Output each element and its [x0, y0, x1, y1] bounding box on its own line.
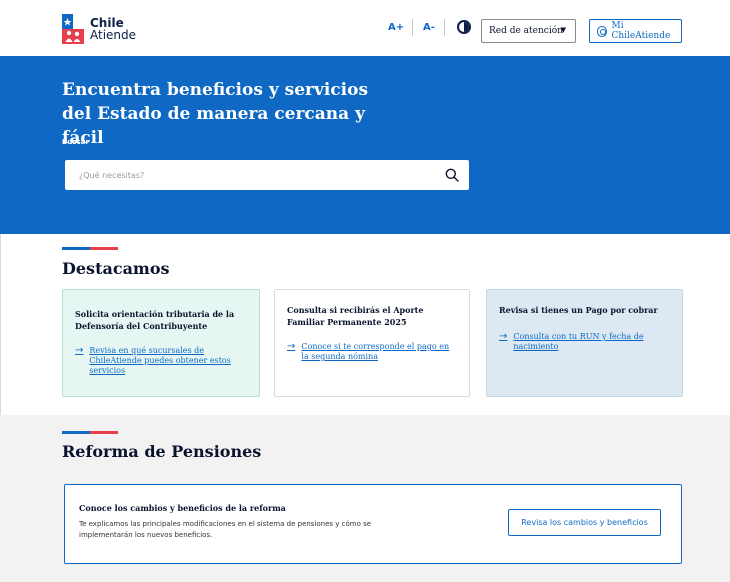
card-link-text: Revisa en qué sucursales de ChileAtiende… — [89, 346, 231, 375]
reforma-title: Reforma de Pensiones — [62, 442, 262, 461]
hero-title: Encuentra beneficios y servicios del Est… — [62, 80, 369, 148]
red-atencion-dropdown[interactable]: Red de atención ▼ — [481, 19, 576, 43]
card-link-text: Conoce si te corresponde el pago en la s… — [301, 342, 450, 361]
mi-chileatiende-button[interactable]: Mi ChileAtiende — [589, 19, 682, 43]
arrow-right-icon: → — [287, 341, 296, 352]
reforma-button[interactable]: Revisa los cambios y beneficios — [508, 509, 661, 536]
featured-card[interactable]: Solicita orientación tributaria de la De… — [62, 289, 260, 397]
logo-text: Chile Atiende — [90, 17, 136, 41]
card-link[interactable]: → Consulta con tu RUN y fecha de nacimie… — [499, 332, 670, 352]
reforma-card-text: Te explicamos las principales modificaci… — [79, 520, 372, 539]
font-increase-button[interactable]: A+ — [388, 22, 404, 33]
arrow-right-icon: → — [499, 331, 508, 342]
reforma-card-title: Conoce los cambios y beneficios de la re… — [79, 503, 286, 513]
header-divider — [412, 19, 413, 36]
reforma-card: Conoce los cambios y beneficios de la re… — [64, 484, 682, 564]
featured-card[interactable]: Consulta si recibirás el Aporte Familiar… — [274, 289, 470, 397]
font-decrease-button[interactable]: A- — [423, 22, 435, 33]
destacamos-title: Destacamos — [62, 259, 170, 278]
site-header: Chile Atiende A+ A- Red de atención ▼ Mi… — [0, 0, 730, 56]
header-divider — [444, 19, 445, 36]
search-box — [65, 160, 469, 190]
arrow-right-icon: → — [75, 345, 84, 356]
chileatiende-logo[interactable]: Chile Atiende — [62, 14, 136, 44]
card-link-text: Consulta con tu RUN y fecha de nacimient… — [513, 332, 644, 351]
search-label: Buscar — [62, 138, 89, 146]
card-title: Solicita orientación tributaria de la De… — [75, 309, 235, 331]
chevron-down-icon: ▼ — [560, 26, 566, 34]
section-accent-bar — [62, 247, 118, 250]
search-icon[interactable] — [445, 168, 459, 182]
logo-mark-icon — [62, 14, 84, 44]
mi-chileatiende-label: Mi ChileAtiende — [611, 21, 671, 41]
contrast-icon[interactable] — [457, 20, 471, 34]
search-input[interactable] — [79, 160, 429, 190]
card-title: Consulta si recibirás el Aporte Familiar… — [287, 305, 424, 327]
featured-card[interactable]: Revisa si tienes un Pago por cobrar → Co… — [486, 289, 683, 397]
red-atencion-label: Red de atención — [489, 26, 563, 36]
section-accent-bar — [62, 431, 118, 434]
card-link[interactable]: → Revisa en qué sucursales de ChileAtien… — [75, 346, 247, 376]
user-circle-icon — [597, 25, 608, 37]
card-title: Revisa si tienes un Pago por cobrar — [499, 305, 658, 315]
logo-line-2: Atiende — [90, 28, 137, 42]
card-link[interactable]: → Conoce si te corresponde el pago en la… — [287, 342, 457, 362]
